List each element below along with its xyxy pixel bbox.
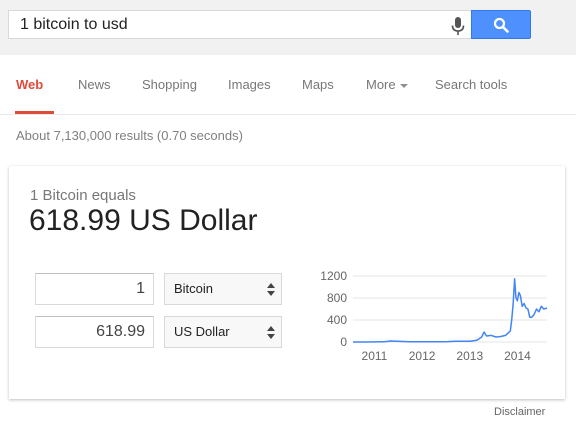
price-series-line [353,278,548,343]
search-header: 1 bitcoin to usd [0,0,576,55]
from-amount-input[interactable]: 1 [35,273,154,305]
active-tab-indicator [15,111,54,114]
from-currency-value: Bitcoin [174,281,214,296]
y-tick-label: 400 [327,313,347,327]
magnifier-icon [493,17,509,33]
to-currency-select[interactable]: US Dollar [164,316,282,348]
price-history-chart: 1200 800 400 0 2011 2012 2013 2014 [320,269,548,363]
to-currency-value: US Dollar [174,324,230,339]
disclaimer-link[interactable]: Disclaimer [494,406,545,418]
search-tabs: Web News Shopping Images Maps More Searc… [0,55,576,115]
x-tick-label: 2011 [362,349,388,363]
search-button[interactable] [471,10,531,39]
tab-shopping[interactable]: Shopping [142,77,197,92]
to-amount-input[interactable]: 618.99 [35,316,154,348]
conversion-label: 1 Bitcoin equals [30,187,136,204]
microphone-icon[interactable] [450,16,466,36]
tab-more[interactable]: More [366,77,408,92]
results-stats: About 7,130,000 results (0.70 seconds) [16,128,243,143]
tab-search-tools[interactable]: Search tools [435,77,507,92]
from-currency-select[interactable]: Bitcoin [164,273,282,305]
select-arrows-icon [267,326,275,339]
tab-news[interactable]: News [78,77,111,92]
y-tick-label: 0 [340,335,347,349]
x-tick-label: 2012 [409,349,436,363]
search-query-text: 1 bitcoin to usd [20,16,128,33]
tab-more-label: More [366,77,396,92]
caret-down-icon [399,83,408,88]
x-tick-label: 2014 [504,349,531,363]
tab-web[interactable]: Web [16,77,43,92]
search-input[interactable]: 1 bitcoin to usd [8,10,471,39]
x-tick-label: 2013 [456,349,483,363]
tab-images[interactable]: Images [228,77,271,92]
y-tick-label: 1200 [320,269,347,283]
y-tick-label: 800 [327,291,347,305]
tab-maps[interactable]: Maps [302,77,334,92]
currency-converter-card: 1 Bitcoin equals 618.99 US Dollar 1 Bitc… [9,166,565,399]
select-arrows-icon [267,283,275,296]
conversion-result: 618.99 US Dollar [29,204,258,237]
